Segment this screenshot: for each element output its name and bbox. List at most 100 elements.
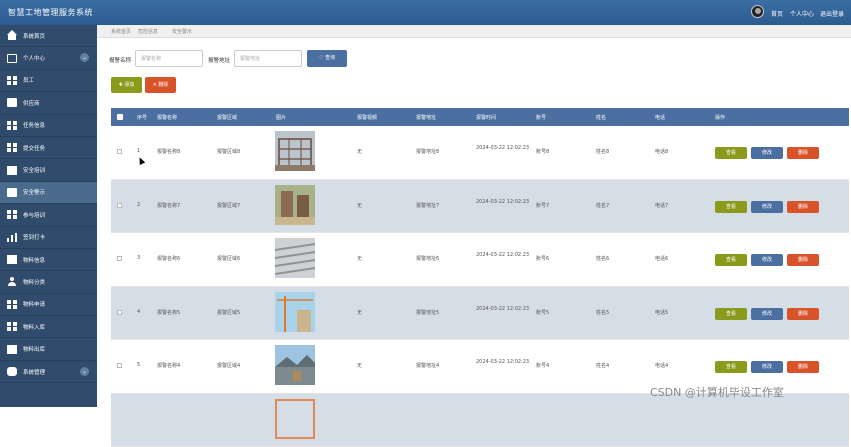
sidebar-item[interactable]: 物料信息 — [0, 249, 97, 271]
chevron-down-icon[interactable]: ⌄ — [80, 367, 89, 376]
edit-button[interactable]: 修改 — [751, 308, 783, 320]
cell-addr: 报警地址7 — [416, 202, 439, 209]
sidebar-item-label: 员工 — [23, 76, 34, 84]
nav-home-link[interactable]: 首页 — [771, 9, 783, 18]
row-checkbox[interactable] — [117, 310, 122, 315]
select-all-checkbox[interactable] — [117, 114, 123, 120]
sidebar-item-label: 供应商 — [23, 99, 40, 107]
delete-button[interactable]: 删除 — [787, 201, 819, 213]
sidebar-item[interactable]: 物料申请 — [0, 294, 97, 316]
search-name-input[interactable]: 报警名称 — [135, 50, 203, 67]
table-row[interactable]: 3报警名称6报警区域6无报警地址62024-03-22 12:02:23账号6姓… — [111, 233, 849, 287]
cell-name: 报警名称7 — [157, 202, 180, 209]
cell-time: 2024-03-22 12:02:23 — [476, 143, 532, 153]
sidebar-item-label: 提交任务 — [23, 144, 45, 152]
watermark: CSDN @计算机毕设工作室 — [650, 384, 784, 400]
search-addr-input[interactable]: 报警地址 — [234, 50, 302, 67]
cell-video: 无 — [357, 202, 362, 209]
col-header: 报警时间 — [476, 114, 496, 121]
add-button[interactable]: ✚ 添加 — [111, 77, 142, 93]
add-button-label: 添加 — [124, 82, 134, 88]
breadcrumb-item[interactable]: 系统首页 — [111, 28, 131, 35]
delete-button[interactable]: 删除 — [787, 308, 819, 320]
home-icon — [7, 31, 17, 40]
user-icon — [7, 277, 17, 286]
sidebar-item[interactable]: 物料出库 — [0, 338, 97, 360]
sidebar-item[interactable]: 物料入库 — [0, 316, 97, 338]
sidebar-item[interactable]: 任务信息 — [0, 115, 97, 137]
sidebar-item[interactable]: 安全培训 — [0, 159, 97, 181]
edit-button[interactable]: 修改 — [751, 254, 783, 266]
card-icon — [7, 188, 17, 197]
breadcrumb-item[interactable]: 危险信息 — [138, 28, 158, 35]
alarm-photo-thumbnail[interactable] — [275, 185, 315, 225]
delete-button[interactable]: 删除 — [787, 254, 819, 266]
sidebar-item-label: 安全警示 — [23, 188, 45, 196]
sidebar-item[interactable]: 物料分类 — [0, 271, 97, 293]
sidebar-item[interactable]: 员工 — [0, 70, 97, 92]
alarm-photo-thumbnail[interactable] — [275, 399, 315, 439]
delete-button[interactable]: 删除 — [787, 361, 819, 373]
sidebar-item[interactable]: 系统首页 — [0, 25, 97, 47]
main-content: 报警名称 报警名称 报警地址 报警地址 ♡ 查询 ✚ 添加 ✕ 删除 序号 报警… — [97, 38, 851, 407]
batch-delete-label: 删除 — [158, 82, 168, 88]
sidebar-item-label: 系统首页 — [23, 32, 45, 40]
chevron-down-icon[interactable]: ⌄ — [80, 53, 89, 62]
nav-profile-link[interactable]: 个人中心 — [790, 9, 814, 18]
view-button[interactable]: 查看 — [715, 254, 747, 266]
nav-logout-link[interactable]: 退出登录 — [820, 9, 844, 18]
row-checkbox[interactable] — [117, 203, 122, 208]
view-button[interactable]: 查看 — [715, 361, 747, 373]
sidebar-item-label: 物料入库 — [23, 323, 45, 331]
cell-phone: 电话7 — [655, 202, 668, 209]
edit-button[interactable]: 修改 — [751, 147, 783, 159]
sidebar-item[interactable]: 参与培训 — [0, 204, 97, 226]
table-row[interactable]: 1报警名称8报警区域8无报警地址82024-03-22 12:02:23账号8姓… — [111, 126, 849, 180]
cell-person: 姓名7 — [596, 202, 609, 209]
cell-person: 姓名4 — [596, 362, 609, 369]
table-row[interactable]: 4报警名称5报警区域5无报警地址52024-03-22 12:02:23账号5姓… — [111, 287, 849, 341]
cell-name: 报警名称6 — [157, 255, 180, 262]
sidebar-item[interactable]: 供应商 — [0, 92, 97, 114]
cell-no: 3 — [137, 255, 140, 261]
app-title: 智慧工地管理服务系统 — [8, 7, 93, 18]
table-row[interactable]: 2报警名称7报警区域7无报警地址72024-03-22 12:02:23账号7姓… — [111, 180, 849, 234]
alarm-photo-thumbnail[interactable] — [275, 238, 315, 278]
edit-button[interactable]: 修改 — [751, 201, 783, 213]
query-button[interactable]: ♡ 查询 — [307, 50, 347, 67]
cell-no: 2 — [137, 202, 140, 208]
cell-person: 姓名6 — [596, 255, 609, 262]
sidebar-item-label: 安全培训 — [23, 166, 45, 174]
sidebar-item-label: 签到打卡 — [23, 233, 45, 241]
batch-delete-button[interactable]: ✕ 删除 — [145, 77, 176, 93]
view-button[interactable]: 查看 — [715, 308, 747, 320]
cell-addr: 报警地址4 — [416, 362, 439, 369]
table-row[interactable] — [111, 394, 849, 447]
alarm-photo-thumbnail[interactable] — [275, 131, 315, 171]
alarm-photo-thumbnail[interactable] — [275, 292, 315, 332]
delete-button[interactable]: 删除 — [787, 147, 819, 159]
col-header: 账号 — [536, 114, 546, 121]
row-checkbox[interactable] — [117, 363, 122, 368]
cell-time: 2024-03-22 12:02:23 — [476, 250, 532, 260]
sidebar-item[interactable]: 签到打卡 — [0, 227, 97, 249]
cell-area: 报警区域4 — [217, 362, 240, 369]
edit-button[interactable]: 修改 — [751, 361, 783, 373]
sidebar-item[interactable]: 系统管理⌄ — [0, 361, 97, 383]
sidebar-item-label: 物料分类 — [23, 278, 45, 286]
avatar[interactable] — [751, 5, 764, 18]
row-checkbox[interactable] — [117, 149, 122, 154]
sidebar-item[interactable]: 安全警示 — [0, 182, 97, 204]
sidebar-item-label: 物料信息 — [23, 256, 45, 264]
row-checkbox[interactable] — [117, 256, 122, 261]
cell-account: 账号5 — [536, 309, 549, 316]
sidebar-item[interactable]: 个人中心⌄ — [0, 47, 97, 69]
view-button[interactable]: 查看 — [715, 147, 747, 159]
query-button-label: 查询 — [325, 55, 335, 61]
view-button[interactable]: 查看 — [715, 201, 747, 213]
cell-no: 1 — [137, 148, 140, 154]
sidebar-item[interactable]: 提交任务 — [0, 137, 97, 159]
cell-account: 账号6 — [536, 255, 549, 262]
cell-person: 姓名5 — [596, 309, 609, 316]
alarm-photo-thumbnail[interactable] — [275, 345, 315, 385]
